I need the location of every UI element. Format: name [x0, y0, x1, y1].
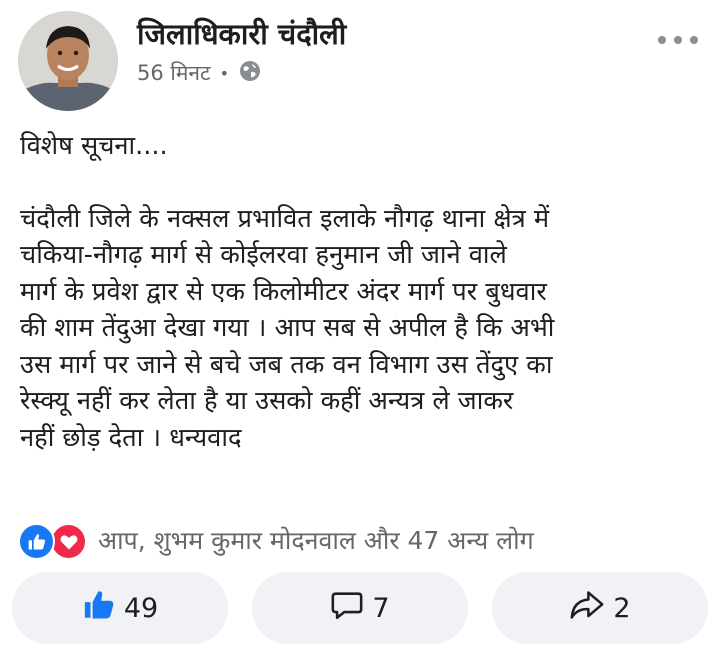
avatar[interactable] [18, 11, 118, 111]
globe-icon [238, 59, 262, 88]
post-line: चंदौली जिले के नक्सल प्रभावित इलाके नौगढ… [20, 203, 550, 234]
post-text: विशेष सूचना.... चंदौली जिले के नक्सल प्र… [20, 128, 710, 456]
like-button[interactable]: 49 [12, 572, 228, 644]
share-button[interactable]: 2 [492, 572, 708, 644]
comment-icon [330, 588, 364, 629]
page-name[interactable]: जिलाधिकारी चंदौली [137, 14, 346, 53]
post-header: जिलाधिकारी चंदौली 56 मिनट • [0, 0, 720, 120]
post-line: मार्ग के प्रवेश द्वार से एक किलोमीटर अंद… [20, 276, 547, 307]
love-reaction-icon [50, 523, 87, 560]
post-line: चकिया-नौगढ़ मार्ग से कोईलरवा हनुमान जी ज… [20, 240, 507, 270]
post-line: की शाम तेंदुआ देखा गया । आप सब से अपील ह… [20, 313, 555, 343]
comment-button[interactable]: 7 [252, 572, 468, 644]
share-icon [569, 588, 605, 629]
reaction-summary[interactable]: आप, शुभम कुमार मोदनवाल और 47 अन्य लोग [18, 520, 534, 560]
comment-count: 7 [372, 592, 390, 624]
meta-separator: • [219, 63, 230, 83]
reaction-text: आप, शुभम कुमार मोदनवाल और 47 अन्य लोग [98, 526, 534, 555]
more-dot [674, 36, 682, 44]
post-line: उस मार्ग पर जाने से बचे जब तक वन विभाग उ… [20, 349, 553, 380]
share-count: 2 [613, 592, 631, 624]
more-dot [690, 36, 698, 44]
post-line: रेस्क्यू नहीं कर लेता है या उसको कहीं अन… [20, 386, 514, 416]
post-line: नहीं छोड़ देता । धन्यवाद [20, 422, 242, 453]
profile-photo [18, 11, 118, 111]
like-reaction-icon [18, 523, 55, 560]
post-meta: 56 मिनट • [137, 58, 262, 88]
reaction-icons [18, 521, 94, 560]
action-bar: 49 7 2 [12, 572, 712, 644]
post-time[interactable]: 56 मिनट [137, 59, 211, 87]
like-count: 49 [123, 592, 159, 624]
post-heading: विशेष सूचना.... [20, 131, 168, 161]
more-options-icon[interactable] [658, 30, 698, 50]
thumbs-up-icon [82, 588, 116, 629]
more-dot [658, 36, 666, 44]
